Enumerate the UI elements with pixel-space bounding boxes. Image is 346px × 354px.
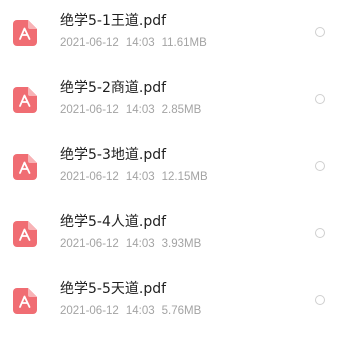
select-radio[interactable] <box>315 161 325 171</box>
file-name: 绝学5-3地道.pdf <box>60 147 167 163</box>
file-date: 2021-06-12 <box>60 171 119 183</box>
file-row[interactable]: 绝学5-4人道.pdf 2021-06-12 14:03 3.93MB <box>0 201 346 268</box>
file-time: 14:03 <box>125 104 155 116</box>
select-radio[interactable] <box>315 295 325 305</box>
pdf-icon <box>13 288 37 314</box>
file-size: 2.85MB <box>161 104 202 116</box>
pdf-icon <box>13 221 37 247</box>
file-size: 3.93MB <box>161 238 202 250</box>
file-size: 12.15MB <box>161 171 208 183</box>
file-meta: 2021-06-12 14:03 11.61MB <box>60 36 207 50</box>
file-row[interactable]: 绝学5-5天道.pdf 2021-06-12 14:03 5.76MB <box>0 268 346 335</box>
file-meta: 2021-06-12 14:03 2.85MB <box>60 103 201 117</box>
file-time: 14:03 <box>125 305 155 317</box>
file-date: 2021-06-12 <box>60 305 119 317</box>
file-time: 14:03 <box>125 238 155 250</box>
file-meta: 2021-06-12 14:03 12.15MB <box>60 170 208 184</box>
file-date: 2021-06-12 <box>60 238 119 250</box>
pdf-icon <box>13 87 37 113</box>
file-name: 绝学5-2商道.pdf <box>60 80 167 96</box>
file-size: 11.61MB <box>161 37 207 49</box>
file-time: 14:03 <box>125 37 155 49</box>
select-radio[interactable] <box>315 94 325 104</box>
select-radio[interactable] <box>315 27 325 37</box>
file-meta: 2021-06-12 14:03 5.76MB <box>60 304 201 318</box>
file-row[interactable]: 绝学5-2商道.pdf 2021-06-12 14:03 2.85MB <box>0 67 346 134</box>
file-date: 2021-06-12 <box>60 104 119 116</box>
file-date: 2021-06-12 <box>60 37 119 49</box>
select-radio[interactable] <box>315 228 325 238</box>
file-time: 14:03 <box>125 171 155 183</box>
file-name: 绝学5-5天道.pdf <box>60 281 167 297</box>
file-list: 绝学5-1王道.pdf 2021-06-12 14:03 11.61MB 绝学5-2… <box>0 0 346 354</box>
file-name: 绝学5-4人道.pdf <box>60 214 167 230</box>
file-size: 5.76MB <box>161 305 202 317</box>
pdf-icon <box>13 20 37 46</box>
file-row[interactable]: 绝学5-1王道.pdf 2021-06-12 14:03 11.61MB <box>0 0 346 67</box>
file-row[interactable]: 绝学5-3地道.pdf 2021-06-12 14:03 12.15MB <box>0 134 346 201</box>
file-name: 绝学5-1王道.pdf <box>60 13 167 29</box>
file-meta: 2021-06-12 14:03 3.93MB <box>60 237 201 251</box>
pdf-icon <box>13 154 37 180</box>
